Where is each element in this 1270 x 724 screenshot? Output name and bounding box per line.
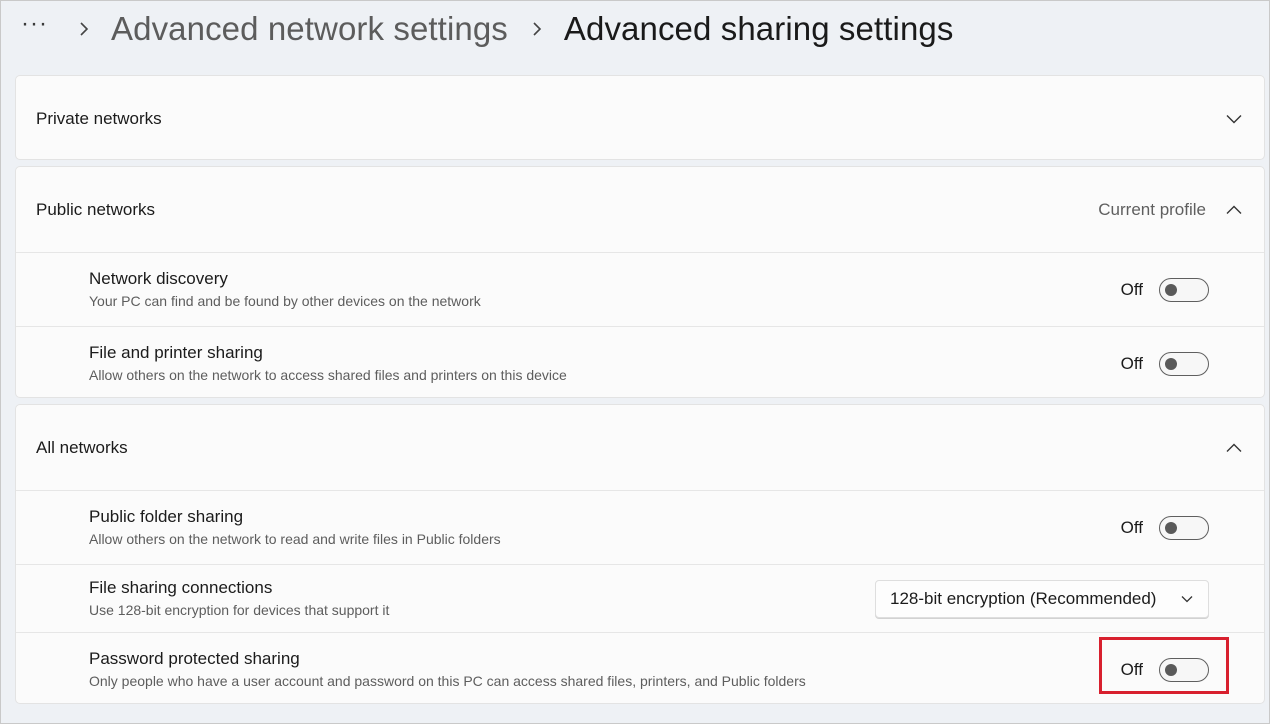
file-sharing-connections-description: Use 128-bit encryption for devices that …	[89, 601, 390, 618]
all-networks-header[interactable]: All networks	[16, 405, 1264, 490]
network-discovery-row: Network discovery Your PC can find and b…	[16, 252, 1264, 326]
private-networks-header[interactable]: Private networks	[16, 76, 1264, 161]
chevron-up-icon[interactable]	[1224, 200, 1244, 220]
toggle-knob	[1165, 521, 1177, 534]
password-protected-sharing-state: Off	[1120, 659, 1143, 679]
public-networks-title: Public networks	[36, 199, 156, 219]
password-protected-sharing-toggle[interactable]	[1159, 657, 1209, 682]
file-printer-sharing-state: Off	[1120, 353, 1143, 373]
password-protected-sharing-description: Only people who have a user account and …	[89, 672, 806, 689]
encryption-dropdown-value: 128-bit encryption (Recommended)	[890, 588, 1157, 608]
chevron-up-icon[interactable]	[1224, 438, 1244, 458]
chevron-right-icon	[533, 22, 542, 36]
chevron-right-icon	[80, 22, 89, 36]
file-sharing-connections-row: File sharing connections Use 128-bit enc…	[16, 564, 1264, 632]
file-printer-sharing-row: File and printer sharing Allow others on…	[16, 326, 1264, 400]
breadcrumb: ··· Advanced network settings Advanced s…	[21, 7, 953, 51]
network-discovery-description: Your PC can find and be found by other d…	[89, 292, 481, 309]
settings-window: ··· Advanced network settings Advanced s…	[0, 0, 1270, 724]
public-folder-sharing-toggle[interactable]	[1159, 515, 1209, 540]
public-folder-sharing-state: Off	[1120, 517, 1143, 537]
breadcrumb-advanced-network-settings[interactable]: Advanced network settings	[111, 10, 508, 48]
all-networks-card: All networks Public folder sharing Allow…	[15, 404, 1265, 704]
file-printer-sharing-toggle[interactable]	[1159, 351, 1209, 376]
network-discovery-state: Off	[1120, 279, 1143, 299]
public-folder-sharing-description: Allow others on the network to read and …	[89, 530, 501, 547]
password-protected-sharing-title: Password protected sharing	[89, 648, 300, 668]
file-printer-sharing-description: Allow others on the network to access sh…	[89, 366, 567, 383]
toggle-knob	[1165, 283, 1177, 296]
file-sharing-connections-title: File sharing connections	[89, 577, 273, 597]
all-networks-title: All networks	[36, 437, 128, 457]
private-networks-card: Private networks	[15, 75, 1265, 160]
public-networks-card: Public networks Current profile Network …	[15, 166, 1265, 398]
current-profile-label: Current profile	[1098, 199, 1206, 219]
page-title: Advanced sharing settings	[563, 10, 954, 47]
public-folder-sharing-row: Public folder sharing Allow others on th…	[16, 490, 1264, 564]
password-protected-sharing-row: Password protected sharing Only people w…	[16, 632, 1264, 706]
encryption-dropdown[interactable]: 128-bit encryption (Recommended)	[875, 579, 1209, 618]
network-discovery-toggle[interactable]	[1159, 277, 1209, 302]
toggle-knob	[1165, 663, 1177, 676]
private-networks-title: Private networks	[36, 108, 162, 128]
chevron-down-icon	[1180, 592, 1194, 606]
more-options-icon[interactable]: ···	[21, 12, 55, 36]
file-printer-sharing-title: File and printer sharing	[89, 342, 263, 362]
public-folder-sharing-title: Public folder sharing	[89, 506, 244, 526]
public-networks-header[interactable]: Public networks Current profile	[16, 167, 1264, 252]
network-discovery-title: Network discovery	[89, 268, 228, 288]
toggle-knob	[1165, 357, 1177, 370]
chevron-down-icon[interactable]	[1224, 109, 1244, 129]
